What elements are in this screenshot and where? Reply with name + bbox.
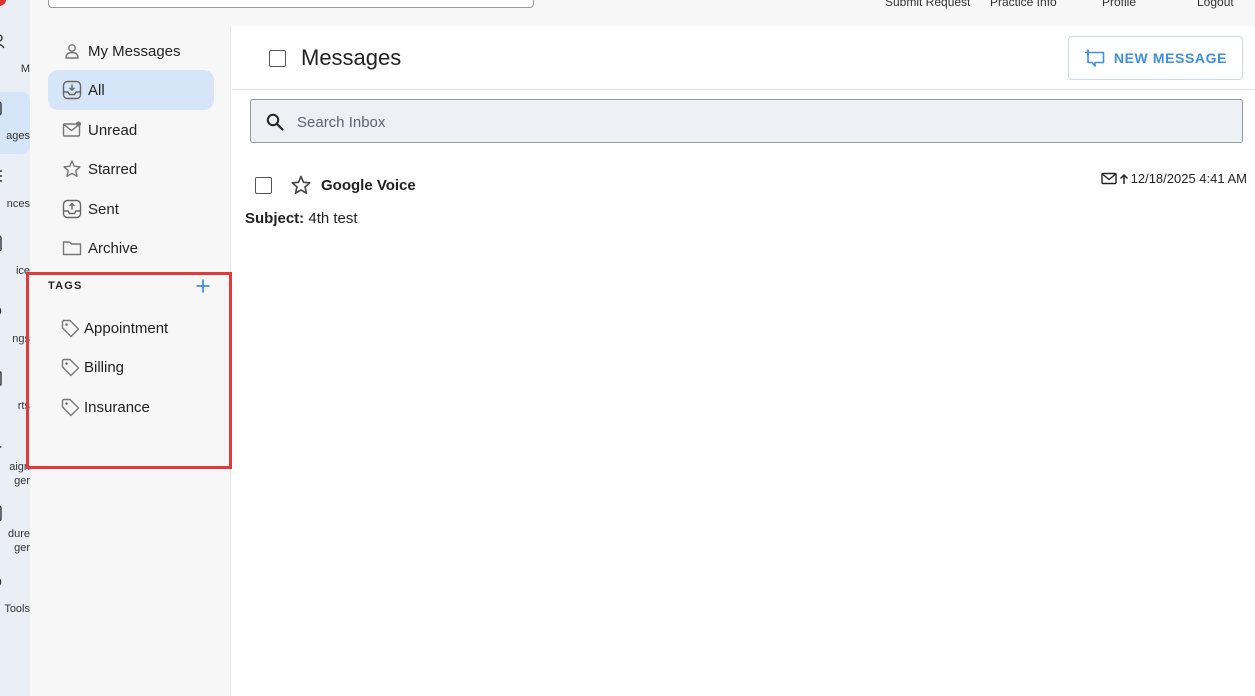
- folder-label: All: [88, 81, 105, 99]
- profile-link[interactable]: Profile: [1102, 0, 1136, 9]
- rail-item-procedure-manager[interactable]: dure ger: [0, 505, 30, 557]
- folder-all[interactable]: All: [48, 70, 214, 110]
- person-icon: [62, 41, 82, 61]
- folder-label: Unread: [88, 121, 138, 139]
- add-tag-button[interactable]: [193, 276, 213, 296]
- folder-archive[interactable]: Archive: [48, 228, 214, 268]
- star-icon[interactable]: [290, 174, 312, 196]
- gear-icon: [0, 307, 2, 315]
- tools-icon: [0, 578, 2, 586]
- tag-insurance[interactable]: Insurance: [60, 393, 150, 421]
- message-subject: Subject: 4th test: [245, 210, 358, 227]
- rail-item-messages[interactable]: ages: [0, 100, 30, 144]
- rail-item-settings[interactable]: ngs: [0, 303, 30, 347]
- tag-icon: [60, 357, 80, 377]
- tag-label: Appointment: [84, 319, 169, 337]
- procedure-icon: [0, 505, 2, 521]
- folder-unread[interactable]: Unread: [48, 110, 214, 150]
- page-title: Messages: [301, 45, 402, 70]
- folder-my-messages[interactable]: My Messages: [48, 31, 214, 71]
- subject-text: 4th test: [308, 210, 358, 227]
- tag-label: Insurance: [84, 398, 150, 416]
- messages-header: Messages NEW MESSAGE: [232, 26, 1255, 90]
- tag-icon: [60, 318, 80, 338]
- star-icon: [62, 159, 82, 179]
- new-message-button[interactable]: NEW MESSAGE: [1068, 36, 1243, 80]
- new-message-icon: [1084, 49, 1105, 67]
- logo-icon: [0, 0, 6, 6]
- rail-item-tools[interactable]: Tools: [0, 574, 30, 618]
- search-box: [250, 99, 1243, 143]
- message-meta: 12/18/2025 4:41 AM: [1100, 171, 1247, 186]
- unread-mail-icon: [62, 120, 82, 140]
- subject-label: Subject:: [245, 210, 305, 227]
- search-icon: [266, 113, 284, 131]
- message-select-checkbox[interactable]: [255, 177, 272, 194]
- tags-heading: TAGS: [48, 280, 83, 292]
- tag-billing[interactable]: Billing: [60, 353, 124, 381]
- rail-item-label: nces: [6, 198, 30, 210]
- rail-item-label: M: [20, 63, 30, 75]
- folder-starred[interactable]: Starred: [48, 149, 214, 189]
- messages-icon: [0, 101, 2, 116]
- practice-info-link[interactable]: Practice Info: [990, 0, 1057, 9]
- outbox-icon: [62, 199, 82, 219]
- rail-item-label: dure ger: [7, 528, 30, 554]
- folder-sent[interactable]: Sent: [48, 189, 214, 229]
- rail-item-label: Tools: [4, 603, 30, 615]
- tag-icon: [60, 397, 80, 417]
- rail-item-label: ngs: [12, 333, 30, 345]
- rail-item-label: ages: [6, 130, 30, 142]
- rail-item-crm[interactable]: M: [0, 34, 30, 76]
- folder-label: Archive: [88, 239, 139, 257]
- tag-label: Billing: [84, 358, 125, 376]
- plus-icon: [196, 279, 210, 293]
- message-row[interactable]: Google Voice 12/18/2025 4:41 AM Subject:…: [232, 168, 1255, 228]
- search-input[interactable]: [297, 110, 1197, 134]
- new-message-label: NEW MESSAGE: [1113, 50, 1228, 66]
- message-sender: Google Voice: [321, 177, 416, 194]
- top-bar: Submit Request Practice Info Profile Log…: [0, 0, 1255, 26]
- global-search-input[interactable]: [48, 0, 534, 8]
- people-icon: [0, 34, 5, 49]
- tag-appointment[interactable]: Appointment: [60, 314, 168, 342]
- phone-icon: [0, 235, 2, 251]
- rail-item-label: rts: [17, 400, 30, 412]
- reports-icon: [0, 371, 2, 386]
- list-icon: [0, 170, 2, 182]
- folder-label: Sent: [88, 200, 119, 218]
- mail-icon: [1100, 172, 1117, 186]
- app-nav-rail: M ages nces ice ngs rts aign ger dure ge…: [0, 0, 30, 696]
- inbox-icon: [62, 80, 82, 100]
- campaign-icon: [0, 446, 2, 448]
- rail-item-label: ice: [15, 265, 30, 277]
- submit-request-link[interactable]: Submit Request: [885, 0, 970, 9]
- select-all-checkbox[interactable]: [269, 50, 286, 67]
- message-timestamp: 12/18/2025 4:41 AM: [1130, 171, 1247, 186]
- folder-label: Starred: [88, 160, 138, 178]
- messages-panel: Messages NEW MESSAGE Google Voice: [232, 26, 1255, 696]
- rail-item-campaign-manager[interactable]: aign ger: [0, 438, 30, 490]
- arrow-up-icon: [1119, 172, 1129, 186]
- rail-item-label: aign ger: [9, 461, 30, 487]
- folder-label: My Messages: [88, 42, 181, 60]
- rail-item-reports[interactable]: rts: [0, 370, 30, 414]
- folder-icon: [62, 238, 82, 258]
- logout-link[interactable]: Logout: [1197, 0, 1234, 9]
- folder-sidebar: My Messages All Unread Starred Sent Arch…: [30, 26, 231, 696]
- rail-item-voice[interactable]: ice: [0, 235, 30, 279]
- rail-item-finances[interactable]: nces: [0, 168, 30, 212]
